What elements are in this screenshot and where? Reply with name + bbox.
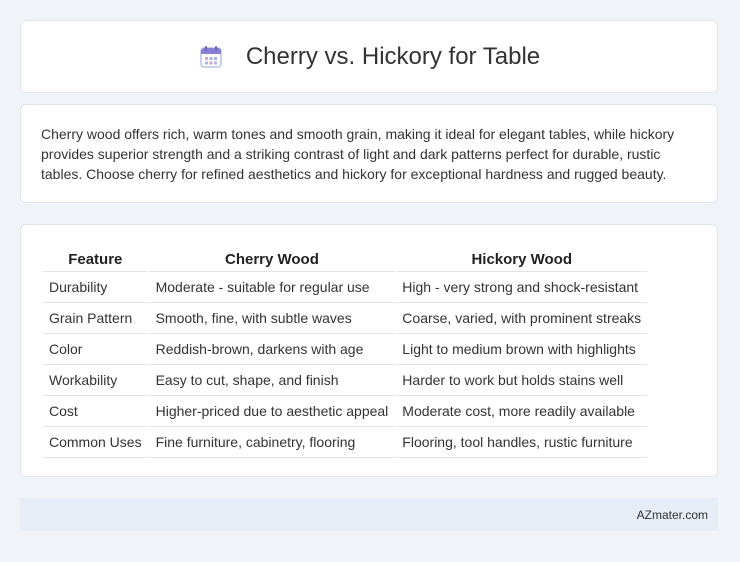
table-cell-feature: Common Uses — [43, 427, 148, 458]
table-cell-cherry: Higher-priced due to aesthetic appeal — [149, 396, 395, 427]
page-title: Cherry vs. Hickory for Table — [245, 42, 541, 70]
table-cell-hickory: Harder to work but holds stains well — [396, 365, 648, 396]
table-row: Workability Easy to cut, shape, and fini… — [43, 365, 648, 396]
table-header-row: Feature Cherry Wood Hickory Wood — [43, 245, 648, 272]
table-row: Color Reddish-brown, darkens with age Li… — [43, 334, 648, 365]
title-card: Cherry vs. Hickory for Table — [20, 20, 718, 93]
table-cell-cherry: Smooth, fine, with subtle waves — [149, 303, 395, 334]
table-cell-feature: Cost — [43, 396, 148, 427]
table-cell-hickory: Light to medium brown with highlights — [396, 334, 648, 365]
table-cell-cherry: Moderate - suitable for regular use — [149, 272, 395, 303]
table-cell-cherry: Fine furniture, cabinetry, flooring — [149, 427, 395, 458]
summary-text: Cherry wood offers rich, warm tones and … — [41, 126, 675, 182]
table-cell-hickory: Flooring, tool handles, rustic furniture — [396, 427, 648, 458]
table-cell-feature: Durability — [43, 272, 148, 303]
table-row: Durability Moderate - suitable for regul… — [43, 272, 648, 303]
calendar-icon — [198, 44, 224, 70]
table-row: Grain Pattern Smooth, fine, with subtle … — [43, 303, 648, 334]
comparison-table: Feature Cherry Wood Hickory Wood Durabil… — [41, 245, 649, 458]
table-row: Common Uses Fine furniture, cabinetry, f… — [43, 427, 648, 458]
table-row: Cost Higher-priced due to aesthetic appe… — [43, 396, 648, 427]
footer-bar: AZmater.com — [20, 498, 718, 531]
table-cell-hickory: Moderate cost, more readily available — [396, 396, 648, 427]
column-header-feature: Feature — [43, 245, 148, 272]
column-header-cherry: Cherry Wood — [149, 245, 395, 272]
footer-brand: AZmater.com — [636, 507, 708, 522]
table-cell-feature: Workability — [43, 365, 148, 396]
table-cell-feature: Color — [43, 334, 148, 365]
summary-card: Cherry wood offers rich, warm tones and … — [20, 104, 718, 203]
table-cell-hickory: High - very strong and shock-resistant — [396, 272, 648, 303]
table-cell-cherry: Easy to cut, shape, and finish — [149, 365, 395, 396]
table-cell-cherry: Reddish-brown, darkens with age — [149, 334, 395, 365]
column-header-hickory: Hickory Wood — [396, 245, 648, 272]
table-cell-hickory: Coarse, varied, with prominent streaks — [396, 303, 648, 334]
comparison-table-card: Feature Cherry Wood Hickory Wood Durabil… — [20, 224, 718, 477]
table-cell-feature: Grain Pattern — [43, 303, 148, 334]
